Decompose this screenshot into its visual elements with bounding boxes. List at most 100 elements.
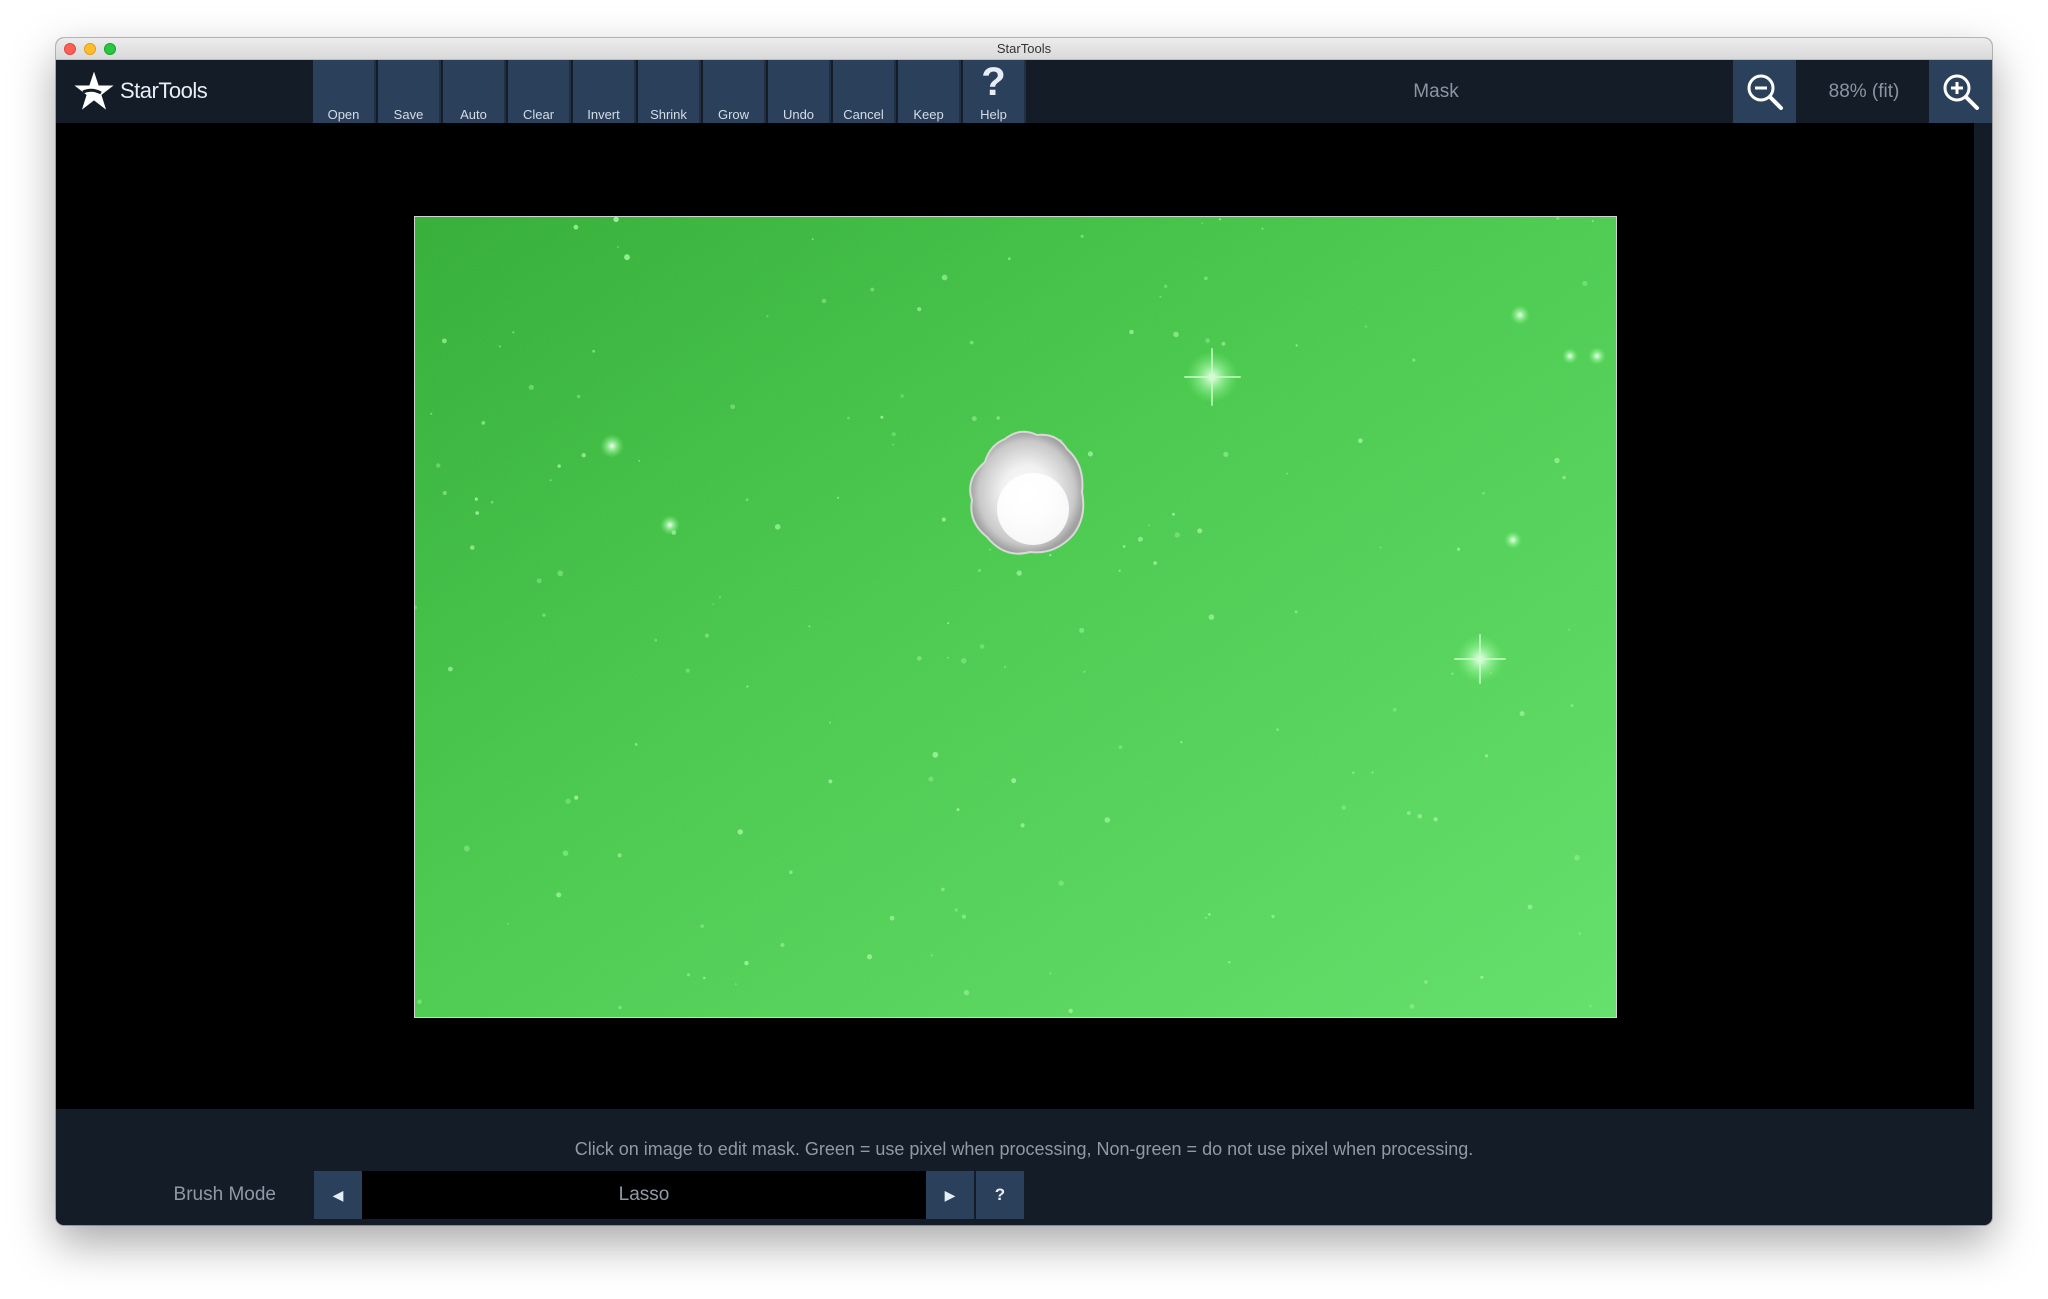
star-point (892, 443, 895, 446)
star-point (744, 960, 749, 966)
brush-mode-next-button[interactable]: ▶ (926, 1171, 974, 1219)
star-point (1591, 220, 1594, 223)
star-point (1058, 880, 1064, 886)
bright-star (1562, 348, 1578, 364)
triangle-left-icon: ◀ (332, 1187, 344, 1203)
star-point (430, 412, 433, 415)
bright-star (1510, 305, 1530, 325)
star-point (1364, 325, 1368, 328)
zoom-in-button[interactable] (1929, 60, 1992, 123)
star-point (1409, 1004, 1415, 1009)
minimize-window-button[interactable] (84, 43, 96, 55)
star-point (1568, 628, 1571, 631)
keep-button[interactable]: Keep (898, 60, 961, 123)
question-icon: ? (981, 60, 1006, 104)
star-point (828, 779, 833, 784)
star-point (638, 459, 641, 462)
star-point (1148, 524, 1150, 527)
star-point (1079, 627, 1085, 633)
star-point (1104, 817, 1111, 823)
star-point (1341, 805, 1346, 810)
zoom-in-icon (1943, 74, 1979, 110)
star-point (574, 795, 579, 800)
star-point (1582, 280, 1588, 287)
clear-button[interactable]: Clear (508, 60, 571, 123)
auto-button[interactable]: Auto (443, 60, 506, 123)
star-point (1406, 811, 1411, 815)
star-point (557, 464, 561, 468)
star-point (512, 331, 515, 334)
star-point (1261, 227, 1264, 230)
star-point (1527, 904, 1533, 910)
bright-star (600, 434, 624, 458)
star-point (490, 500, 494, 504)
brush-mode-help-button[interactable]: ? (976, 1171, 1024, 1219)
star-point (573, 224, 579, 230)
undo-button[interactable]: Undo (768, 60, 831, 123)
shrink-button[interactable]: Shrink (638, 60, 701, 123)
star-point (1570, 704, 1574, 708)
star-point (1204, 276, 1208, 281)
star-point (1562, 475, 1566, 480)
star-point (1412, 358, 1416, 362)
star-point (1049, 972, 1052, 975)
star-point (1352, 771, 1355, 774)
star-point (1011, 778, 1017, 784)
star-point (870, 287, 875, 292)
invert-button[interactable]: Invert (573, 60, 636, 123)
star-point (766, 315, 769, 318)
grow-button[interactable]: Grow (703, 60, 766, 123)
maximize-window-button[interactable] (104, 43, 116, 55)
star-point (528, 384, 534, 390)
star-point (977, 568, 982, 573)
star-point (1379, 546, 1382, 549)
star-point (1204, 916, 1208, 920)
star-point (654, 638, 658, 642)
open-button[interactable]: Open (313, 60, 376, 123)
star-point (1007, 257, 1011, 261)
star-point (542, 613, 546, 617)
star-point (867, 954, 872, 960)
star-point (847, 416, 850, 420)
brush-mode-prev-button[interactable]: ◀ (314, 1171, 362, 1219)
star-point (1556, 217, 1560, 220)
mask-image[interactable] (414, 216, 1617, 1018)
zoom-out-icon (1747, 74, 1783, 110)
zoom-out-button[interactable] (1733, 60, 1796, 123)
star-point (686, 973, 691, 977)
star-point (700, 924, 704, 928)
star-point (961, 914, 967, 919)
bright-star (1588, 347, 1606, 365)
open-button-label: Open (327, 107, 360, 122)
save-button-label: Save (393, 107, 424, 122)
star-point (930, 954, 933, 957)
star-point (719, 596, 721, 599)
star-point (1456, 547, 1461, 551)
close-window-button[interactable] (64, 43, 76, 55)
star-point (1371, 771, 1374, 774)
star-point (745, 498, 749, 502)
star-point (498, 345, 501, 348)
star-point (1451, 672, 1454, 676)
star-point (592, 349, 595, 353)
star-point (891, 432, 896, 437)
star-point (506, 922, 509, 925)
zoom-level: 88% (fit) (1828, 81, 1900, 102)
star-point (947, 622, 950, 625)
star-point (1294, 610, 1298, 613)
help-button[interactable]: ? Help (963, 60, 1026, 123)
save-button[interactable]: Save (378, 60, 441, 123)
cancel-button[interactable]: Cancel (833, 60, 896, 123)
image-canvas[interactable] (56, 123, 1974, 1109)
star-point (481, 421, 486, 425)
logo-text: StarTools (120, 78, 208, 103)
mask-hint-text: Click on image to edit mask. Green = use… (574, 1139, 1474, 1159)
star-point (1080, 234, 1084, 238)
star-point (1589, 1004, 1592, 1008)
invert-button-label: Invert (587, 107, 620, 122)
bright-star (1504, 531, 1522, 549)
star-point (1578, 932, 1581, 935)
bottom-panel: Click on image to edit mask. Green = use… (56, 1109, 1992, 1225)
star-point (900, 394, 904, 398)
keep-button-label: Keep (913, 107, 944, 122)
